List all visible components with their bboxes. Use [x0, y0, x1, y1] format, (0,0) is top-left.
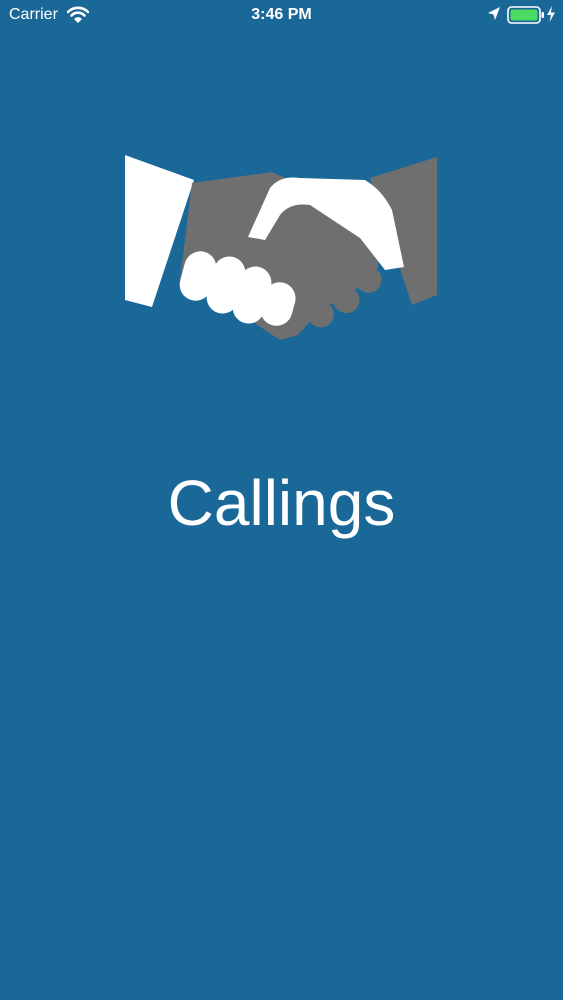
app-title: Callings — [167, 467, 396, 539]
handshake-icon — [120, 150, 445, 350]
battery-icon — [507, 5, 545, 30]
status-bar: Carrier 3:46 PM — [0, 0, 563, 30]
status-time: 3:46 PM — [251, 6, 312, 23]
charging-bolt-icon — [546, 5, 556, 28]
location-arrow-icon — [487, 6, 501, 27]
